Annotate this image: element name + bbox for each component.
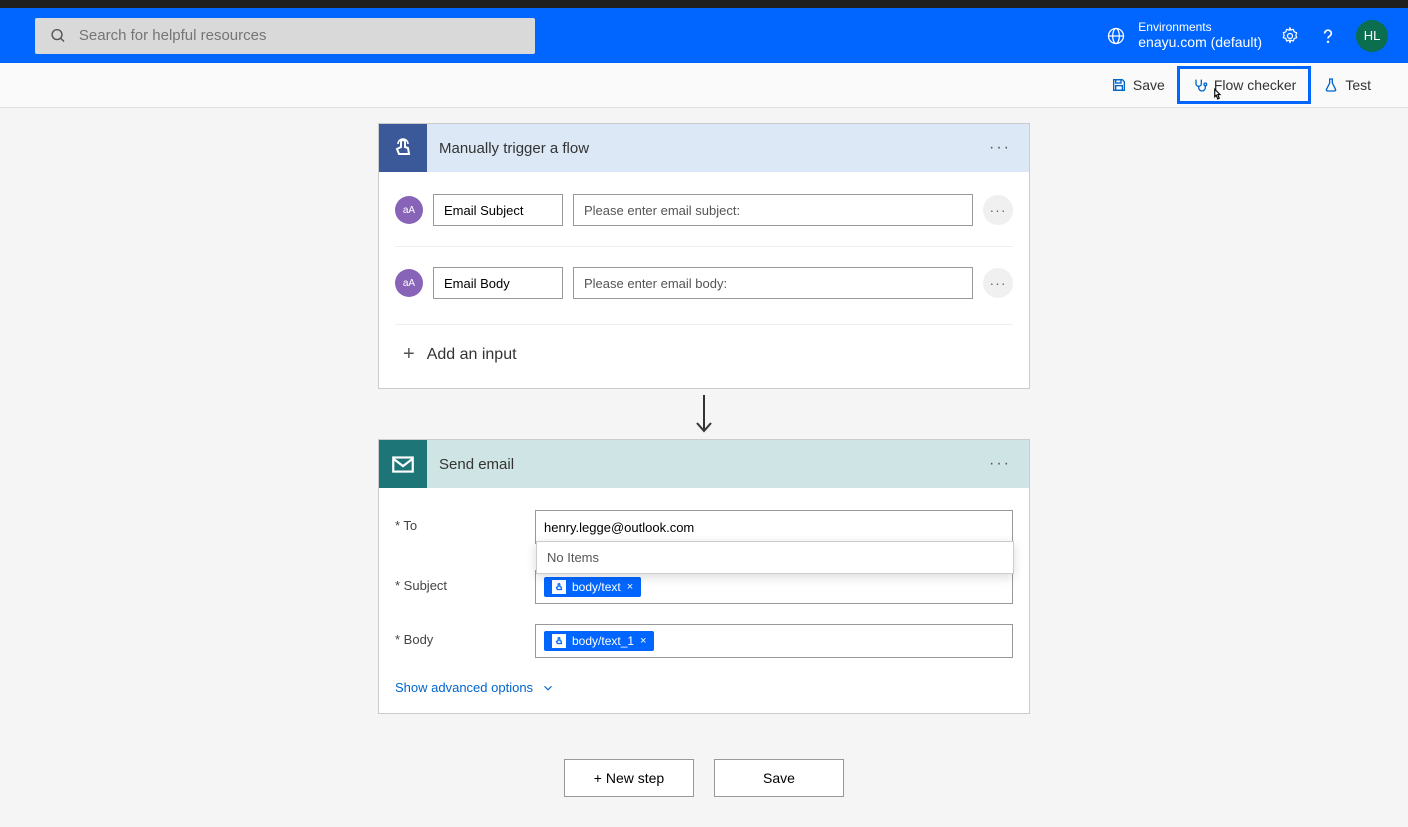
arrow-down-icon [693,393,715,435]
touch-icon [391,136,415,160]
trigger-input-row: aA Email Body Please enter email body: ·… [395,246,1013,309]
add-input-button[interactable]: + Add an input [395,343,1013,366]
suggestions-dropdown[interactable]: No Items [536,541,1014,574]
flow-canvas: Manually trigger a flow ··· aA Email Sub… [0,108,1408,827]
add-input-row: + Add an input [395,324,1013,376]
action-icon-box [379,440,427,488]
new-step-button[interactable]: + New step [564,759,694,797]
dynamic-token[interactable]: body/text_1 × [544,631,654,651]
environment-selector[interactable]: Environments enayu.com (default) [1106,20,1262,51]
trigger-icon-box [379,124,427,172]
add-input-label: Add an input [427,346,517,364]
save-icon [1111,77,1127,93]
show-advanced-label: Show advanced options [395,680,533,695]
action-menu-button[interactable]: ··· [971,455,1029,473]
header-right: Environments enayu.com (default) HL [1106,20,1388,52]
action-card: Send email ··· * To henry.legge@outlook.… [378,439,1030,714]
token-remove-icon[interactable]: × [640,635,646,647]
to-label: * To [395,510,525,533]
to-field-row: * To henry.legge@outlook.com No Items [395,500,1013,554]
trigger-input-row: aA Email Subject Please enter email subj… [395,184,1013,236]
input-name-field[interactable]: Email Body [433,267,563,299]
input-name-field[interactable]: Email Subject [433,194,563,226]
bottom-save-button[interactable]: Save [714,759,844,797]
dynamic-token[interactable]: body/text × [544,577,641,597]
test-button[interactable]: Test [1311,69,1383,101]
search-box[interactable] [35,18,535,54]
token-trigger-icon [552,580,566,594]
body-label: * Body [395,624,525,647]
subject-field[interactable]: body/text × [535,570,1013,604]
app-header: Environments enayu.com (default) HL [0,8,1408,63]
show-advanced-button[interactable]: Show advanced options [395,668,1013,701]
test-button-label: Test [1345,77,1371,93]
search-input[interactable] [79,27,520,44]
connector-arrow [693,389,715,439]
save-button-label: Save [1133,77,1165,93]
action-body: * To henry.legge@outlook.com No Items * … [379,488,1029,713]
environment-name: enayu.com (default) [1138,34,1262,51]
trigger-menu-button[interactable]: ··· [971,139,1029,157]
token-label: body/text_1 [572,634,634,648]
trigger-card-header[interactable]: Manually trigger a flow ··· [379,124,1029,172]
stethoscope-icon [1192,77,1208,93]
text-type-badge: aA [395,196,423,224]
token-trigger-icon [552,634,566,648]
to-field[interactable]: henry.legge@outlook.com No Items [535,510,1013,544]
token-label: body/text [572,580,621,594]
globe-icon [1106,26,1126,46]
chevron-down-icon [541,681,555,695]
trigger-title: Manually trigger a flow [427,140,971,157]
flask-icon [1323,77,1339,93]
text-type-badge: aA [395,269,423,297]
flow-checker-label: Flow checker [1214,77,1296,93]
trigger-body: aA Email Subject Please enter email subj… [379,172,1029,388]
browser-chrome-dark [0,0,1408,8]
trigger-card: Manually trigger a flow ··· aA Email Sub… [378,123,1030,389]
toolbar: Save Flow checker Test [0,63,1408,108]
action-title: Send email [427,456,971,473]
to-value: henry.legge@outlook.com [544,520,694,535]
mail-icon [390,451,416,477]
body-field-row: * Body body/text_1 × [395,614,1013,668]
action-card-header[interactable]: Send email ··· [379,440,1029,488]
help-icon[interactable] [1318,26,1338,46]
search-icon [50,27,67,45]
bottom-button-row: + New step Save [564,759,844,797]
save-button[interactable]: Save [1099,69,1177,101]
input-options-button[interactable]: ··· [983,195,1013,225]
plus-icon: + [403,343,415,366]
settings-icon[interactable] [1280,26,1300,46]
body-field[interactable]: body/text_1 × [535,624,1013,658]
flow-checker-button[interactable]: Flow checker [1177,66,1311,104]
input-placeholder-field[interactable]: Please enter email body: [573,267,973,299]
subject-label: * Subject [395,570,525,593]
input-placeholder-field[interactable]: Please enter email subject: [573,194,973,226]
environment-label: Environments [1138,20,1262,34]
input-options-button[interactable]: ··· [983,268,1013,298]
user-avatar[interactable]: HL [1356,20,1388,52]
token-remove-icon[interactable]: × [627,581,633,593]
dropdown-no-items: No Items [547,550,599,565]
